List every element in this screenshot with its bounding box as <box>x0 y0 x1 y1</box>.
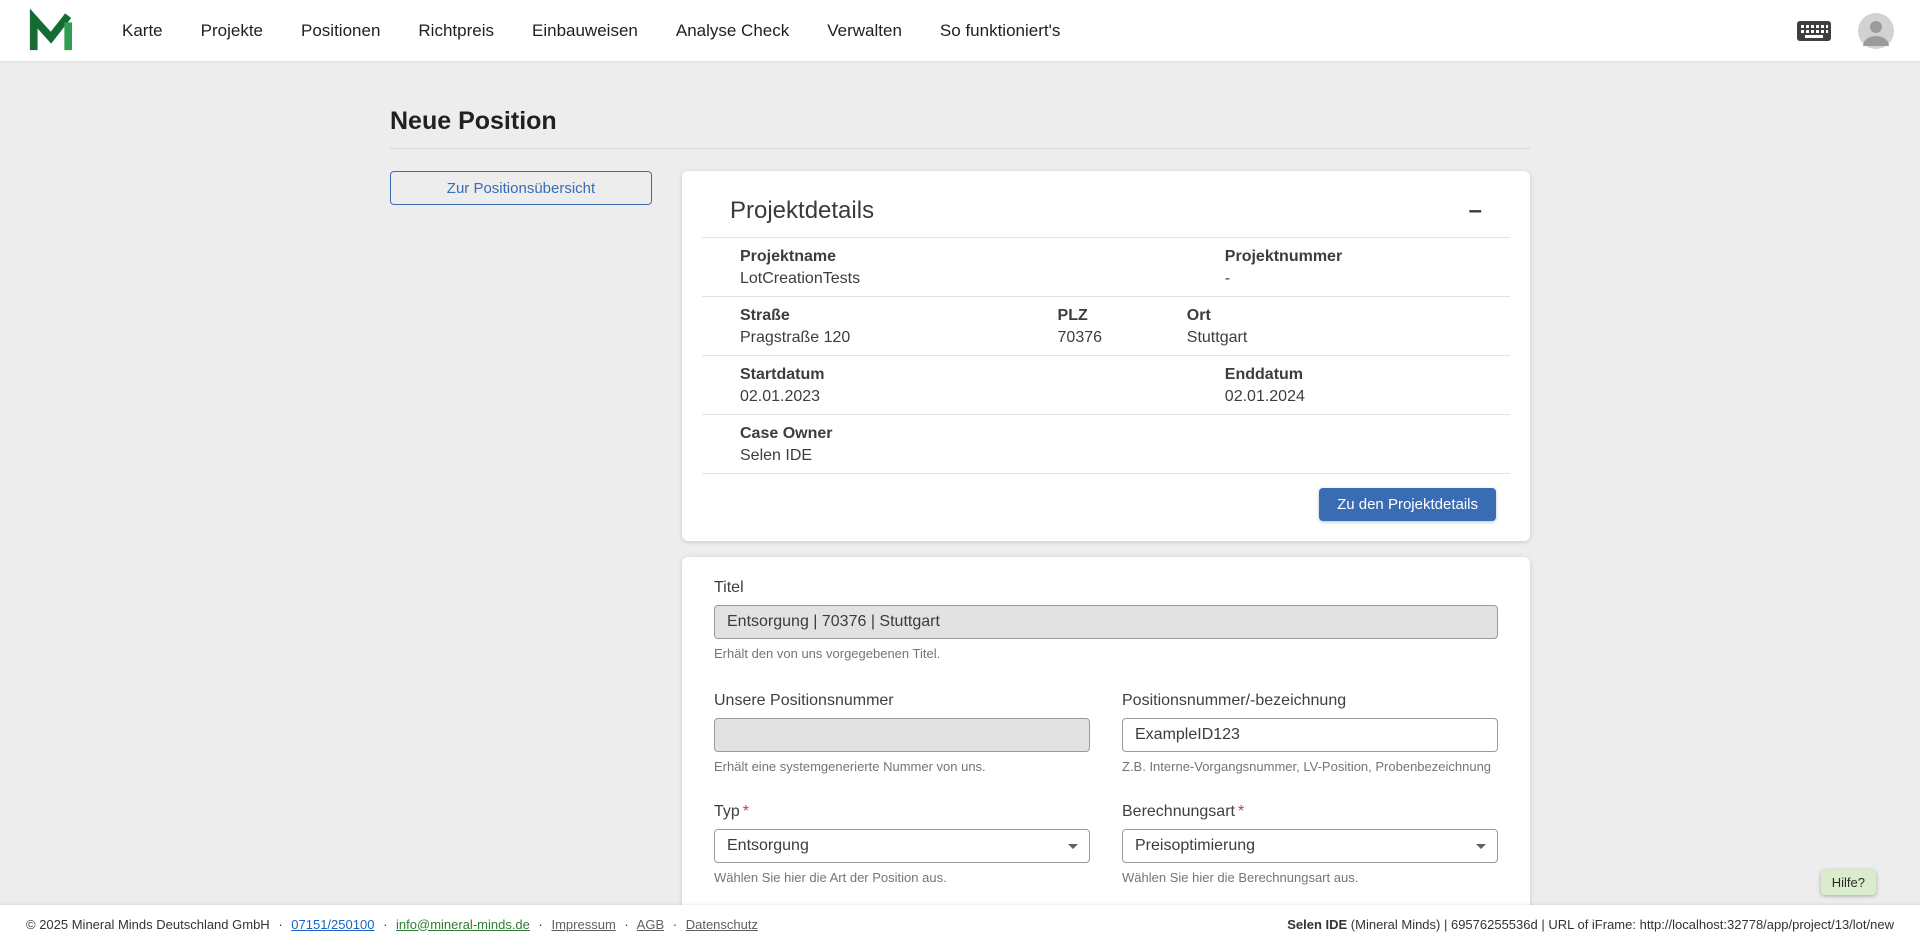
footer-phone-link[interactable]: 07151/250100 <box>291 917 374 932</box>
back-to-positions-button[interactable]: Zur Positionsübersicht <box>390 171 652 205</box>
footer-info: © 2025 Mineral Minds Deutschland GmbH · … <box>26 917 758 932</box>
footer-datenschutz-link[interactable]: Datenschutz <box>686 917 758 932</box>
startdatum-label: Startdatum <box>740 365 1187 384</box>
plz-label: PLZ <box>1058 306 1187 325</box>
berechnungsart-hint: Wählen Sie hier die Berechnungsart aus. <box>1122 870 1498 886</box>
enddatum-value: 02.01.2024 <box>1225 387 1510 406</box>
keyboard-icon-glyph <box>1796 17 1832 45</box>
titel-label: Titel <box>714 579 1498 597</box>
startdatum-value: 02.01.2023 <box>740 387 1187 406</box>
titel-hint: Erhält den von uns vorgegebenen Titel. <box>714 646 1498 662</box>
footer-session-details: (Mineral Minds) | 69576255536d | URL of … <box>1347 917 1894 932</box>
projektname-value: LotCreationTests <box>740 269 1187 288</box>
projektnummer-label: Projektnummer <box>1225 247 1510 266</box>
footer-impressum-link[interactable]: Impressum <box>551 917 615 932</box>
page-title: Neue Position <box>390 107 1530 136</box>
case-owner-value: Selen IDE <box>740 446 1510 465</box>
table-row: Startdatum 02.01.2023 Enddatum 02.01.202… <box>702 355 1510 414</box>
titel-input <box>714 605 1498 639</box>
footer-separator: · <box>673 917 677 932</box>
projektname-label: Projektname <box>740 247 1187 266</box>
nav-item-verwalten[interactable]: Verwalten <box>827 21 902 41</box>
required-marker: * <box>1238 803 1244 820</box>
positionsnummer-bezeichnung-label: Positionsnummer/-bezeichnung <box>1122 692 1498 710</box>
footer-user-name: Selen IDE <box>1287 917 1347 932</box>
logo-m-icon <box>26 9 74 53</box>
berechnungsart-select[interactable]: Preisoptimierung <box>1122 829 1498 863</box>
ort-value: Stuttgart <box>1187 328 1510 347</box>
top-header: Karte Projekte Positionen Richtpreis Ein… <box>0 0 1920 61</box>
enddatum-label: Enddatum <box>1225 365 1510 384</box>
typ-hint: Wählen Sie hier die Art der Position aus… <box>714 870 1090 886</box>
keyboard-icon[interactable] <box>1796 17 1832 45</box>
case-owner-label: Case Owner <box>740 424 1510 443</box>
help-button[interactable]: Hilfe? <box>1821 870 1876 895</box>
nav-item-richtpreis[interactable]: Richtpreis <box>418 21 494 41</box>
plz-value: 70376 <box>1058 328 1187 347</box>
ort-label: Ort <box>1187 306 1510 325</box>
berechnungsart-select-value: Preisoptimierung <box>1135 837 1255 855</box>
page-footer: © 2025 Mineral Minds Deutschland GmbH · … <box>0 905 1920 943</box>
user-avatar[interactable] <box>1858 13 1894 49</box>
footer-separator: · <box>624 917 628 932</box>
strasse-label: Straße <box>740 306 1058 325</box>
go-to-project-details-button[interactable]: Zu den Projektdetails <box>1319 488 1496 521</box>
nav-item-analyse-check[interactable]: Analyse Check <box>676 21 789 41</box>
nav-item-einbauweisen[interactable]: Einbauweisen <box>532 21 638 41</box>
positionsnummer-bezeichnung-input[interactable] <box>1122 718 1498 752</box>
footer-email-link[interactable]: info@mineral-minds.de <box>396 917 530 932</box>
main-content: Neue Position Zur Positionsübersicht Pro… <box>0 61 1920 905</box>
table-row: Case Owner Selen IDE <box>702 414 1510 474</box>
berechnungsart-label: Berechnungsart* <box>1122 803 1498 821</box>
user-avatar-icon <box>1858 13 1894 49</box>
nav-item-so-funktionierts[interactable]: So funktioniert's <box>940 21 1060 41</box>
nav-item-positionen[interactable]: Positionen <box>301 21 380 41</box>
project-card-title: Projektdetails <box>730 197 874 225</box>
unsere-positionsnummer-label: Unsere Positionsnummer <box>714 692 1090 710</box>
mineral-minds-logo[interactable] <box>26 9 74 53</box>
new-position-form-card: Titel Erhält den von uns vorgegebenen Ti… <box>682 557 1530 905</box>
project-details-table: Projektname LotCreationTests Projektnumm… <box>702 237 1510 474</box>
strasse-value: Pragstraße 120 <box>740 328 1058 347</box>
chevron-down-icon <box>1476 844 1486 849</box>
required-marker: * <box>743 803 749 820</box>
positionsnummer-bezeichnung-hint: Z.B. Interne-Vorgangsnummer, LV-Position… <box>1122 759 1498 775</box>
top-nav: Karte Projekte Positionen Richtpreis Ein… <box>122 21 1060 41</box>
footer-agb-link[interactable]: AGB <box>637 917 664 932</box>
table-row: Projektname LotCreationTests Projektnumm… <box>702 237 1510 296</box>
table-row: Straße Pragstraße 120 PLZ 70376 Ort Stut… <box>702 296 1510 355</box>
unsere-positionsnummer-input <box>714 718 1090 752</box>
typ-label: Typ* <box>714 803 1090 821</box>
nav-item-projekte[interactable]: Projekte <box>201 21 263 41</box>
typ-select-value: Entsorgung <box>727 837 809 855</box>
footer-session-info: Selen IDE (Mineral Minds) | 69576255536d… <box>1287 917 1894 932</box>
footer-separator: · <box>539 917 543 932</box>
title-divider <box>390 148 1530 149</box>
footer-copyright: © 2025 Mineral Minds Deutschland GmbH <box>26 917 270 932</box>
projektnummer-value: - <box>1225 269 1510 288</box>
collapse-card-button[interactable]: – <box>1465 199 1486 223</box>
chevron-down-icon <box>1068 844 1078 849</box>
header-actions <box>1796 13 1894 49</box>
footer-separator: · <box>383 917 387 932</box>
unsere-positionsnummer-hint: Erhält eine systemgenerierte Nummer von … <box>714 759 1090 775</box>
project-details-card: Projektdetails – Projektname LotCreation… <box>682 171 1530 541</box>
typ-select[interactable]: Entsorgung <box>714 829 1090 863</box>
nav-item-karte[interactable]: Karte <box>122 21 163 41</box>
footer-separator: · <box>278 917 282 932</box>
